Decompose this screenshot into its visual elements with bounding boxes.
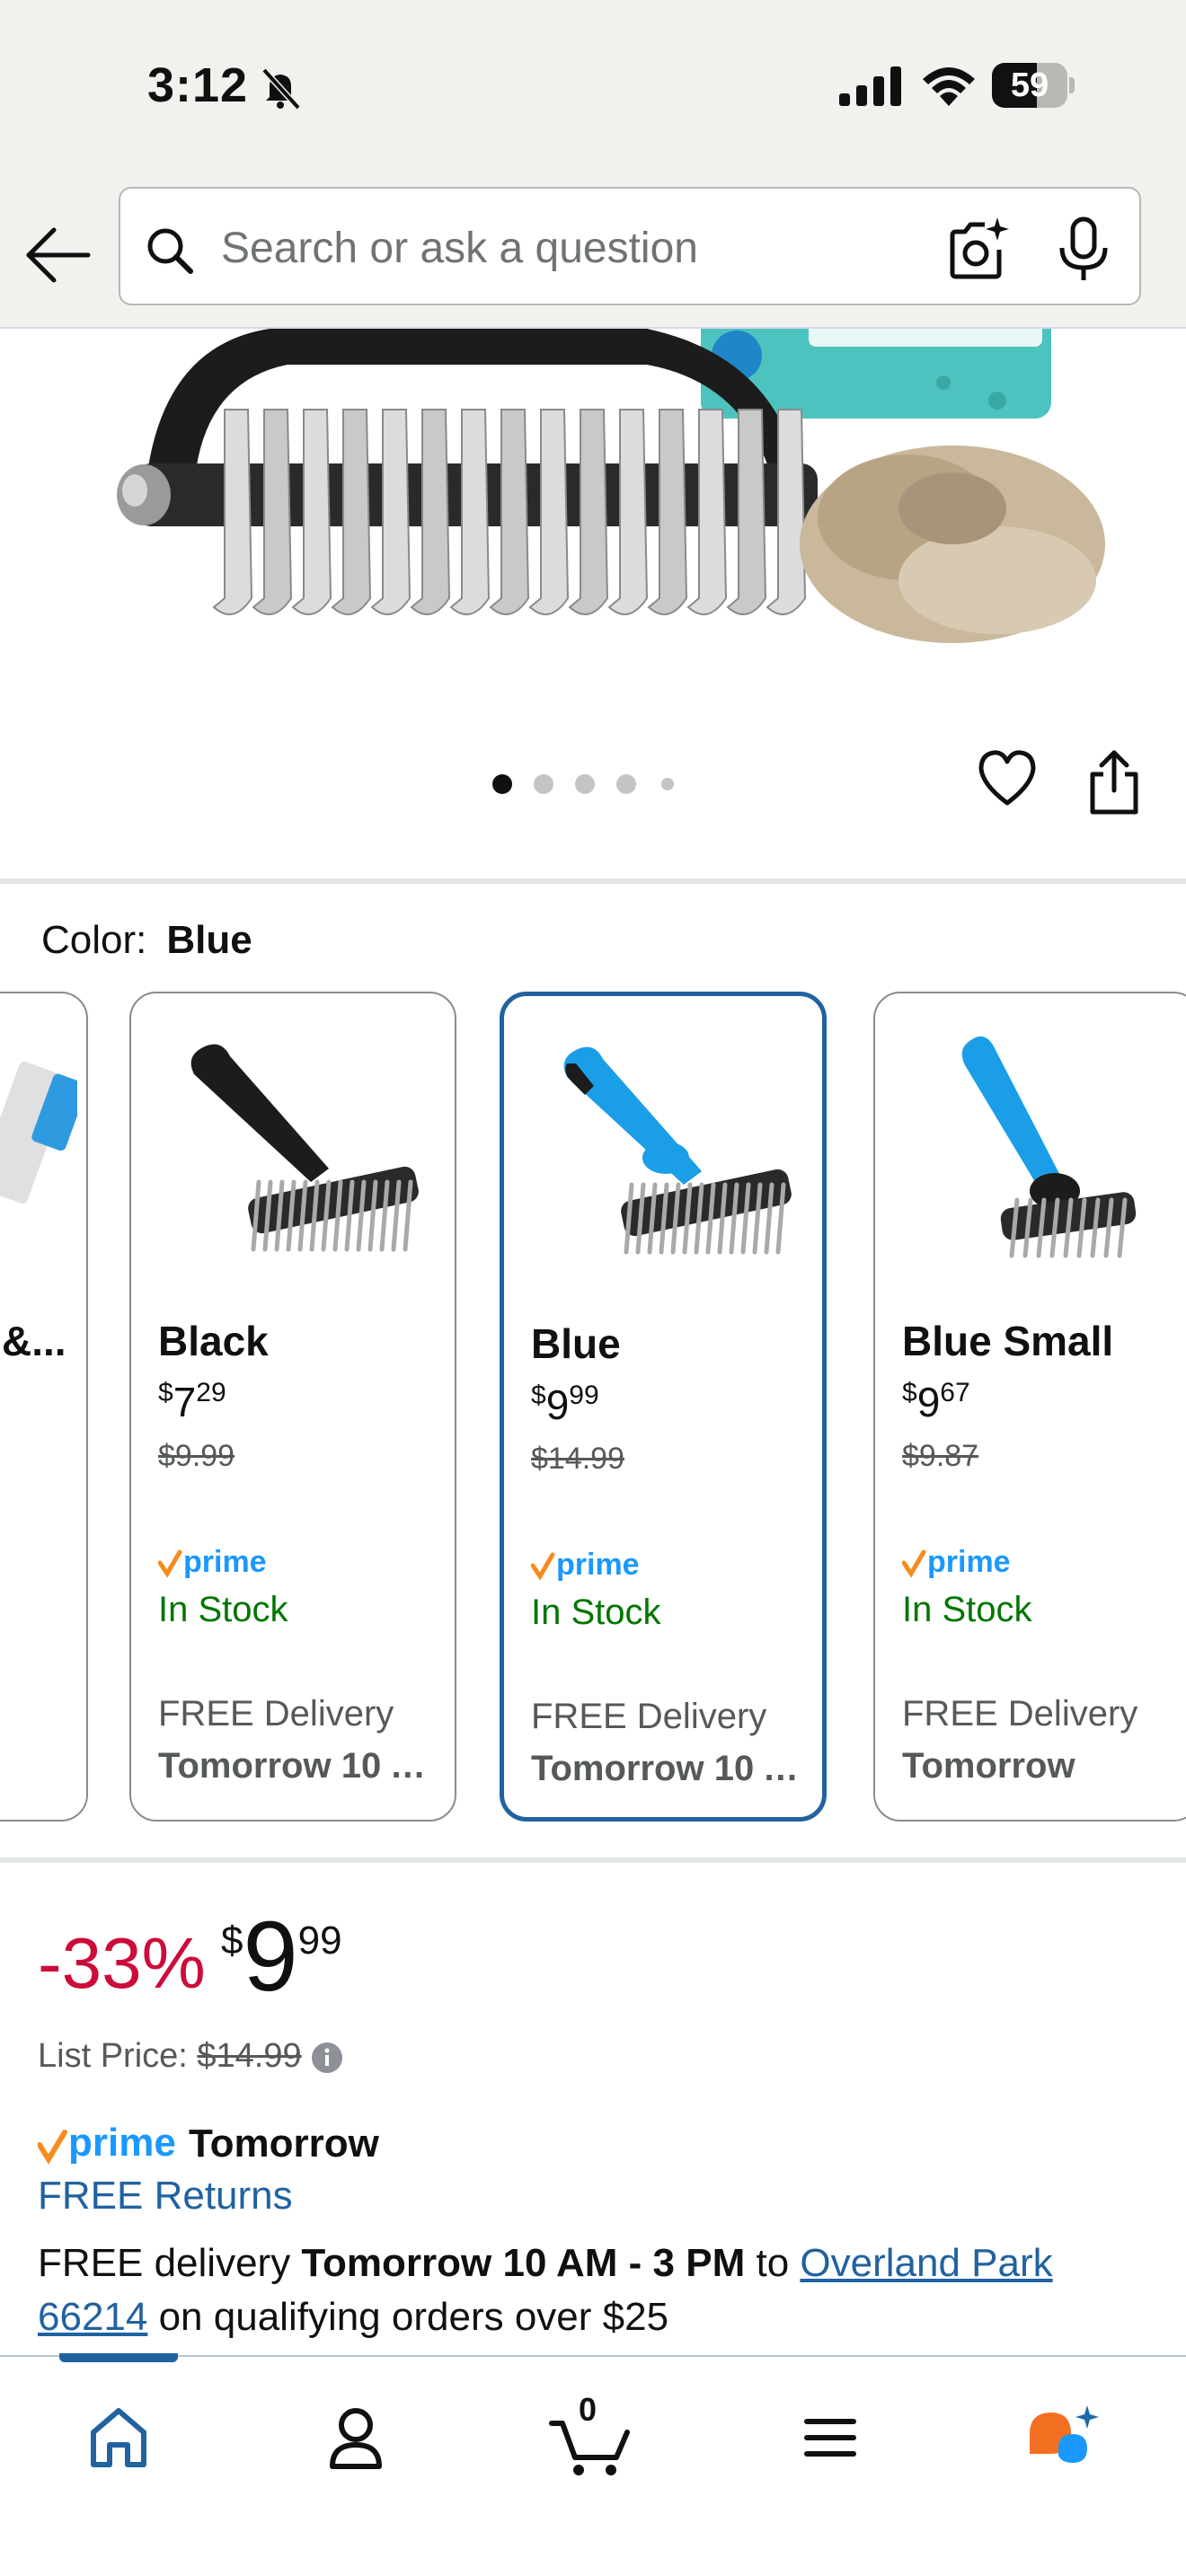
product-image[interactable] — [0, 329, 1186, 706]
swatch-price: $999 — [531, 1381, 599, 1428]
search-header — [0, 171, 1186, 329]
home-icon[interactable] — [74, 2393, 164, 2483]
wifi-icon — [923, 67, 975, 106]
list-price-label: List Price: — [38, 2037, 188, 2075]
discount-percent: -33% — [38, 1923, 206, 2003]
swatch-delivery: FREE Delivery — [158, 1694, 394, 1734]
cart-button[interactable]: 0 — [546, 2391, 636, 2483]
info-icon[interactable] — [311, 2042, 343, 2074]
swatch-delivery-date: Tomorrow — [902, 1746, 1075, 1786]
share-icon[interactable] — [1087, 747, 1141, 816]
carousel-dot[interactable] — [575, 774, 595, 794]
list-price-value: $14.99 — [197, 2037, 302, 2075]
back-arrow-icon[interactable] — [22, 219, 93, 291]
color-label-row: Color: Blue — [41, 918, 252, 963]
section-divider — [0, 878, 1186, 884]
cellular-signal-icon — [839, 66, 901, 106]
carousel-dot[interactable] — [492, 774, 512, 794]
search-input[interactable] — [221, 208, 922, 287]
swatch-price: $729 — [158, 1378, 226, 1425]
svg-text:prime: prime — [68, 2122, 176, 2165]
status-bar: 3:12 59 — [0, 0, 1186, 171]
account-icon[interactable] — [311, 2393, 401, 2483]
carousel-dot[interactable] — [534, 774, 553, 794]
svg-text:prime: prime — [927, 1545, 1011, 1579]
svg-text:prime: prime — [556, 1548, 640, 1582]
section-divider — [0, 1857, 1186, 1863]
swatch-name: Blue Small — [902, 1318, 1114, 1364]
swatch-delivery-date: Tomorrow 10 AM - 3 PM — [158, 1746, 437, 1786]
comb-product-image — [0, 1061, 77, 1204]
cart-count: 0 — [579, 2391, 597, 2428]
swatch-name: Black — [158, 1318, 269, 1364]
color-label: Color: — [41, 918, 147, 962]
status-time: 3:12 — [147, 58, 249, 112]
battery-indicator: 59 — [992, 63, 1075, 108]
color-swatch-blue[interactable]: Blue $999 $14.99 prime In Stock FREE Del… — [500, 992, 827, 1822]
swatch-price: $967 — [902, 1378, 970, 1425]
heart-icon[interactable] — [976, 747, 1039, 810]
prime-badge-icon: prime — [902, 1545, 1011, 1579]
swatch-list-price: $9.87 — [902, 1439, 979, 1473]
nav-active-indicator — [59, 2353, 178, 2362]
swatch-stock: In Stock — [158, 1590, 288, 1629]
swatch-delivery-date: Tomorrow 10 AM - 3 PM — [531, 1749, 810, 1788]
swatch-product-image — [961, 1036, 1137, 1258]
prime-logo-icon: prime — [38, 2122, 176, 2165]
color-swatch-blue-small[interactable]: Blue Small $967 $9.87 prime In Stock FRE… — [873, 992, 1186, 1822]
swatch-name: &... — [2, 1318, 66, 1364]
prime-badge-icon: prime — [158, 1545, 267, 1579]
selected-color: Blue — [166, 918, 252, 962]
swatch-delivery: FREE Delivery — [531, 1697, 767, 1736]
battery-level: 59 — [1010, 66, 1049, 104]
camera-lens-icon[interactable] — [943, 216, 1012, 284]
carousel-dots[interactable] — [492, 771, 690, 798]
svg-text:prime: prime — [183, 1545, 267, 1579]
search-bar[interactable] — [119, 187, 1141, 305]
carousel-dot[interactable] — [661, 778, 674, 790]
delivery-message: FREE delivery Tomorrow 10 AM - 3 PM to O… — [38, 2241, 1053, 2339]
product-page: 3:12 59 Search or ask a question Color: … — [0, 0, 1186, 2576]
swatch-product-image — [190, 1044, 419, 1252]
color-swatch-black[interactable]: Black $729 $9.99 prime In Stock FREE Del… — [129, 992, 456, 1822]
swatch-delivery: FREE Delivery — [902, 1694, 1138, 1734]
swatch-list-price: $14.99 — [531, 1442, 624, 1476]
list-price: List Price: $14.99 — [38, 2037, 343, 2076]
carousel-dot[interactable] — [616, 774, 636, 794]
free-returns-link[interactable]: FREE Returns — [38, 2174, 293, 2219]
microphone-icon[interactable] — [1055, 216, 1112, 284]
prime-delivery-day: Tomorrow — [189, 2122, 379, 2166]
rufus-assistant-icon[interactable] — [1019, 2393, 1109, 2483]
menu-icon[interactable] — [785, 2393, 875, 2483]
search-icon — [147, 228, 193, 274]
price: $999 — [221, 1901, 342, 2012]
bell-slash-icon — [261, 67, 301, 110]
bottom-nav: 0 — [0, 2353, 1186, 2576]
swatch-name: Blue — [531, 1320, 621, 1367]
prime-badge-icon: prime — [531, 1548, 640, 1582]
swatch-stock: In Stock — [902, 1590, 1032, 1629]
swatch-list-price: $9.99 — [158, 1439, 235, 1473]
color-swatch-partial[interactable]: &... — [0, 992, 88, 1822]
swatch-product-image — [563, 1046, 792, 1255]
swatch-stock: In Stock — [531, 1592, 661, 1632]
